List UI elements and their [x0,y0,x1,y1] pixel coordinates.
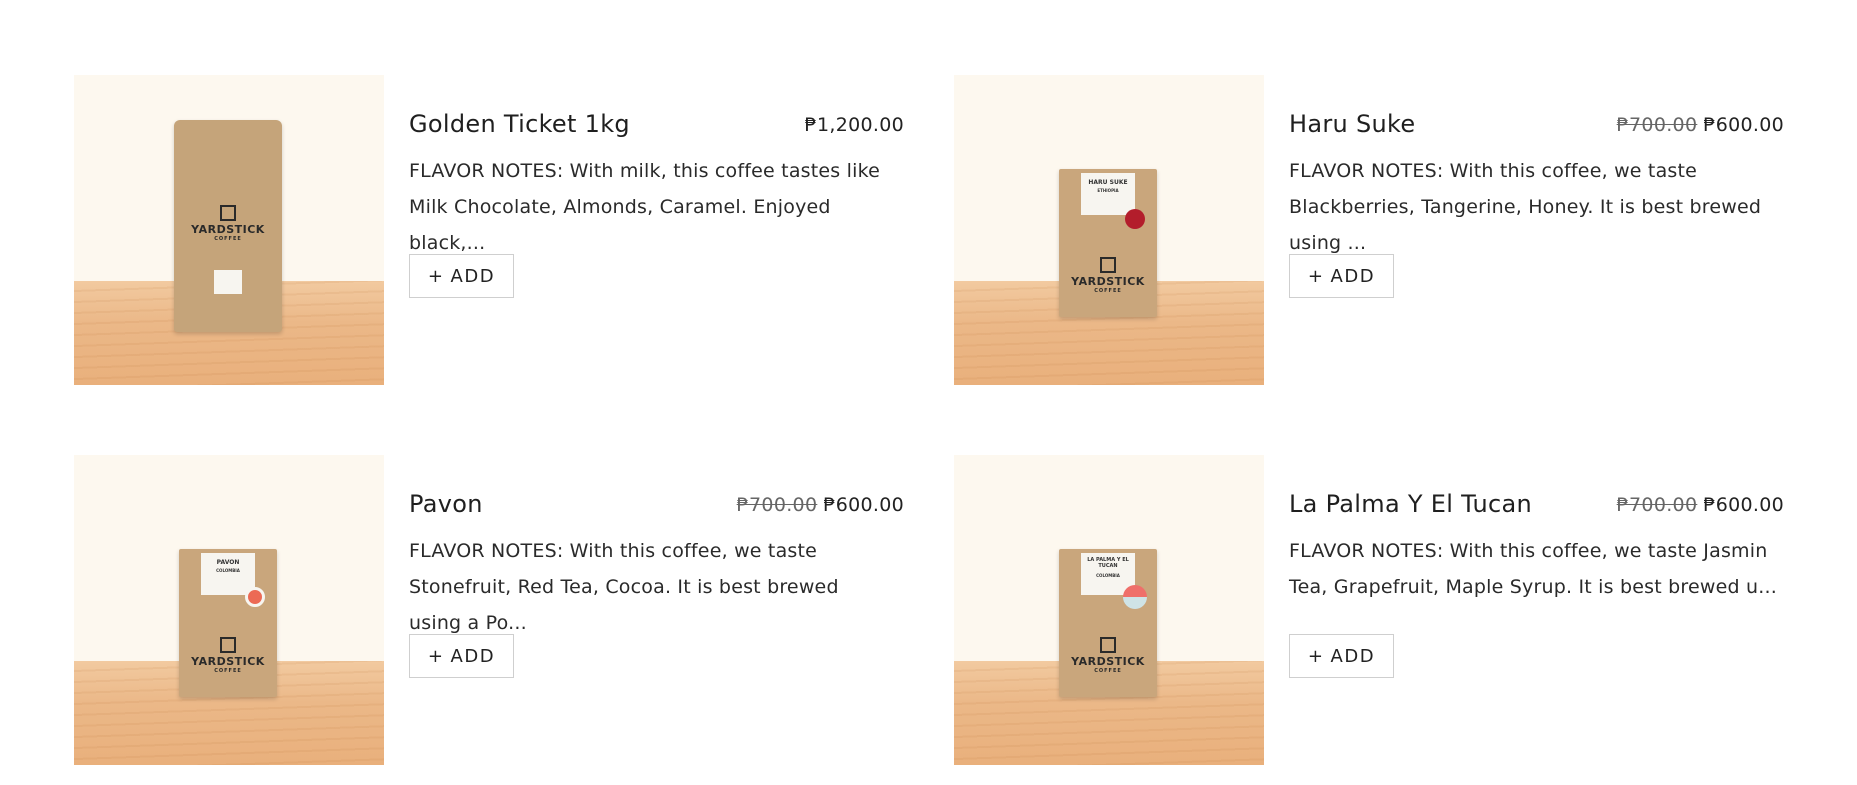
coffee-bag: HARU SUKE ETHIOPIA YARDSTICK COFFEE [1059,169,1157,317]
bag-label [214,270,242,294]
current-price: ₱600.00 [1703,494,1784,516]
product-description: FLAVOR NOTES: With this coffee, we taste… [1289,540,1777,598]
product-description: FLAVOR NOTES: With this coffee, we taste… [409,540,839,634]
add-button-label: ADD [1330,645,1376,667]
product-title[interactable]: Pavon [409,490,483,518]
bag-logo: YARDSTICK COFFEE [1059,257,1157,295]
bag-logo: YARDSTICK COFFEE [174,205,282,243]
plus-icon: + [427,265,445,287]
bag-color-dot [1125,209,1145,229]
product-image[interactable]: LA PALMA Y EL TUCAN COLOMBIA YARDSTICK C… [954,455,1264,765]
add-button-label: ADD [1330,265,1376,287]
product-description: FLAVOR NOTES: With this coffee, we taste… [1289,160,1762,254]
bag-label: PAVON COLOMBIA [201,553,255,595]
product-price: ₱1,200.00 [805,114,904,136]
plus-icon: + [1307,265,1325,287]
coffee-bag: YARDSTICK COFFEE [174,120,282,332]
add-button-label: ADD [450,265,496,287]
bag-logo: YARDSTICK COFFEE [179,637,277,675]
product-price: ₱700.00 ₱600.00 [737,494,904,516]
product-price: ₱700.00 ₱600.00 [1617,494,1784,516]
coffee-bag: PAVON COLOMBIA YARDSTICK COFFEE [179,549,277,697]
bag-logo: YARDSTICK COFFEE [1059,637,1157,675]
original-price: ₱700.00 [1616,114,1698,136]
add-to-cart-button[interactable]: + ADD [409,634,514,678]
product-image[interactable]: YARDSTICK COFFEE [74,75,384,385]
add-to-cart-button[interactable]: + ADD [1289,254,1394,298]
product-title[interactable]: Golden Ticket 1kg [409,110,630,138]
current-price: ₱600.00 [823,494,904,516]
product-card: HARU SUKE ETHIOPIA YARDSTICK COFFEE Haru… [954,75,1784,385]
current-price: ₱600.00 [1703,114,1784,136]
plus-icon: + [427,645,445,667]
product-card: PAVON COLOMBIA YARDSTICK COFFEE Pavon ₱7… [74,455,904,765]
current-price: ₱1,200.00 [804,114,904,136]
product-title[interactable]: Haru Suke [1289,110,1415,138]
original-price: ₱700.00 [736,494,818,516]
product-image[interactable]: PAVON COLOMBIA YARDSTICK COFFEE [74,455,384,765]
add-to-cart-button[interactable]: + ADD [409,254,514,298]
bag-color-dot [1123,585,1147,609]
coffee-bag: LA PALMA Y EL TUCAN COLOMBIA YARDSTICK C… [1059,549,1157,697]
plus-icon: + [1307,645,1325,667]
product-description: FLAVOR NOTES: With milk, this coffee tas… [409,160,881,254]
product-price: ₱700.00 ₱600.00 [1617,114,1784,136]
product-image[interactable]: HARU SUKE ETHIOPIA YARDSTICK COFFEE [954,75,1264,385]
bag-color-dot [245,587,265,607]
add-button-label: ADD [450,645,496,667]
product-card: LA PALMA Y EL TUCAN COLOMBIA YARDSTICK C… [954,455,1784,765]
product-grid: YARDSTICK COFFEE Golden Ticket 1kg ₱1,20… [0,0,1857,785]
add-to-cart-button[interactable]: + ADD [1289,634,1394,678]
product-title[interactable]: La Palma Y El Tucan [1289,490,1532,518]
bag-label: HARU SUKE ETHIOPIA [1081,173,1135,215]
original-price: ₱700.00 [1616,494,1698,516]
product-card: YARDSTICK COFFEE Golden Ticket 1kg ₱1,20… [74,75,904,385]
